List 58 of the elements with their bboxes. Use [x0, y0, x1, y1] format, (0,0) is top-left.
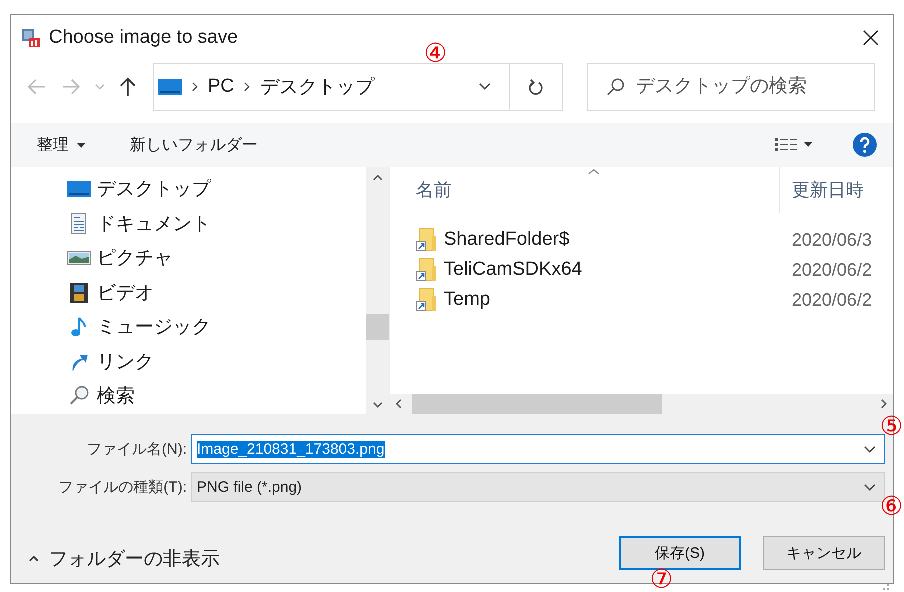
breadcrumb[interactable]: PC [208, 76, 234, 98]
dialog-button[interactable]: 保存(S) [619, 536, 741, 570]
help-icon[interactable] [853, 133, 877, 157]
window-title: Choose image to save [49, 27, 240, 49]
hide-folders-toggle[interactable]: フォルダーの非表示 [29, 546, 220, 572]
file-type-label: ファイルの種類(T): [58, 478, 188, 496]
file-row[interactable]: SharedFolder$ [390, 228, 780, 252]
chevron-up-icon[interactable] [372, 175, 382, 181]
folder-shortcut-icon [416, 258, 438, 282]
monitor-icon [67, 180, 91, 198]
landscape-picture-icon [67, 249, 91, 268]
sidebar-item[interactable]: ドキュメント [67, 206, 211, 241]
sidebar-item[interactable]: デスクトップ [67, 172, 211, 206]
refresh-icon [529, 79, 543, 95]
folder-shortcut-icon [416, 288, 438, 312]
folder-shortcut-icon [416, 228, 438, 252]
sidebar-item[interactable]: ビデオ [67, 276, 154, 310]
breadcrumb[interactable]: デスクトップ [260, 74, 374, 100]
chevron-right-icon [244, 82, 250, 92]
sort-caret-icon [588, 169, 600, 175]
caret-icon [77, 142, 86, 148]
column-header[interactable]: 名前 [390, 167, 780, 213]
search-icon [607, 78, 625, 96]
chevron-left-icon[interactable] [396, 399, 402, 409]
scrollbar[interactable] [366, 167, 389, 414]
address-bar[interactable]: PC デスクトップ [153, 63, 563, 111]
sidebar-item[interactable]: リンク [67, 344, 154, 379]
sidebar-item[interactable]: ミュージック [67, 310, 211, 344]
organize-menu[interactable]: 整理 [35, 132, 88, 158]
film-strip-icon [67, 282, 91, 304]
new-folder-button[interactable]: 新しいフォルダー [128, 132, 260, 158]
file-name-field[interactable]: Image_210831_173803.png [191, 434, 885, 464]
date-cell-text: 2020/06/3 [791, 230, 872, 250]
scroll-thumb[interactable] [366, 314, 389, 340]
file-name-label: ファイル名(N): [86, 440, 188, 458]
chevron-down-icon [864, 484, 876, 490]
search-field[interactable]: デスクトップの検索 [587, 63, 875, 111]
chevron-down-icon[interactable] [864, 446, 876, 452]
file-row[interactable]: Temp [390, 288, 780, 312]
sidebar-item[interactable]: ピクチャ [67, 241, 173, 276]
dialog-button[interactable]: キャンセル [763, 536, 885, 570]
chevron-down-icon[interactable] [479, 83, 491, 91]
date-cell-text: 2020/06/2 [791, 290, 872, 310]
chevron-right-icon [192, 82, 198, 92]
view-options-icon[interactable] [775, 138, 813, 152]
date-cell-text: 2020/06/2 [791, 260, 872, 280]
chevron-down-icon[interactable] [372, 402, 382, 408]
annotation-number: ④ [424, 40, 448, 66]
up-arrow-icon[interactable] [119, 77, 137, 97]
column-header[interactable]: 更新日時 [780, 167, 893, 213]
scroll-thumb[interactable] [412, 394, 662, 414]
monitor-icon [158, 78, 182, 96]
sidebar-item[interactable]: 検索 [67, 379, 135, 414]
chevron-right-icon[interactable] [881, 399, 887, 409]
file-row[interactable]: TeliCamSDKx64 [390, 258, 780, 282]
close-icon[interactable] [863, 30, 879, 46]
app-icon [21, 28, 41, 48]
chevron-up-icon [29, 556, 39, 562]
